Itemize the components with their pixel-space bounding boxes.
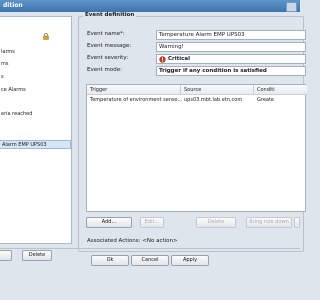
column-header-trigger[interactable]: Trigger bbox=[87, 85, 181, 95]
event-message-input[interactable]: Warning! bbox=[156, 42, 306, 52]
more-button[interactable] bbox=[294, 217, 300, 228]
severity-value: Critical bbox=[168, 56, 191, 62]
ok-button[interactable]: Ok bbox=[91, 255, 129, 266]
condition-list-panel: larms ms s ce Alarms eria reached Alarm … bbox=[0, 16, 72, 244]
table-cell[interactable]: Greate bbox=[254, 97, 310, 103]
left-delete-button[interactable]: Delete bbox=[22, 250, 52, 261]
event-severity-label: Event severity: bbox=[87, 55, 129, 61]
associated-actions-label: Associated Actions: <No action> bbox=[87, 238, 178, 244]
window-title: dition bbox=[3, 2, 23, 9]
event-severity-select[interactable]: Critical bbox=[156, 54, 306, 64]
bring-rule-down-button[interactable]: Bring rule down bbox=[246, 217, 292, 228]
table-cell[interactable]: Temperature of environment senso... bbox=[87, 97, 184, 103]
add-trigger-button[interactable]: Add... bbox=[86, 217, 132, 228]
cancel-button[interactable]: Cancel bbox=[131, 255, 169, 266]
window-titlebar: dition bbox=[0, 0, 300, 12]
triggers-table: Trigger Source Conditi Temperature of en… bbox=[86, 84, 307, 212]
event-name-label: Event name*: bbox=[87, 31, 125, 37]
left-add-button[interactable] bbox=[0, 250, 12, 261]
critical-icon bbox=[159, 56, 166, 63]
apply-button[interactable]: Apply bbox=[171, 255, 209, 266]
footer-divider bbox=[0, 248, 300, 249]
list-item[interactable]: eria reached bbox=[1, 111, 32, 117]
edit-trigger-button[interactable]: Edit... bbox=[140, 217, 164, 228]
close-button[interactable] bbox=[286, 2, 297, 12]
list-item[interactable]: s bbox=[1, 74, 4, 80]
delete-trigger-button[interactable]: Delete bbox=[196, 217, 236, 228]
section-title: Event definition bbox=[83, 12, 137, 18]
list-item-selected[interactable]: Alarm EMP UPS03 bbox=[0, 140, 71, 149]
column-header-condition[interactable]: Conditi bbox=[254, 85, 307, 95]
list-item[interactable]: larms bbox=[1, 49, 15, 55]
column-header-source[interactable]: Source bbox=[181, 85, 254, 95]
table-cell[interactable]: ups03.mbt.lab.etn.com bbox=[181, 97, 257, 103]
event-mode-select[interactable]: Trigger if any condition is satisfied bbox=[156, 66, 306, 76]
list-item[interactable]: ce Alarms bbox=[1, 87, 26, 93]
event-name-input[interactable]: Temperature Alarm EMP UPS03 bbox=[156, 30, 306, 40]
list-item[interactable]: ms bbox=[1, 61, 8, 67]
event-message-label: Event message: bbox=[87, 43, 132, 49]
lock-icon bbox=[43, 33, 49, 40]
event-mode-label: Event mode: bbox=[87, 67, 122, 73]
